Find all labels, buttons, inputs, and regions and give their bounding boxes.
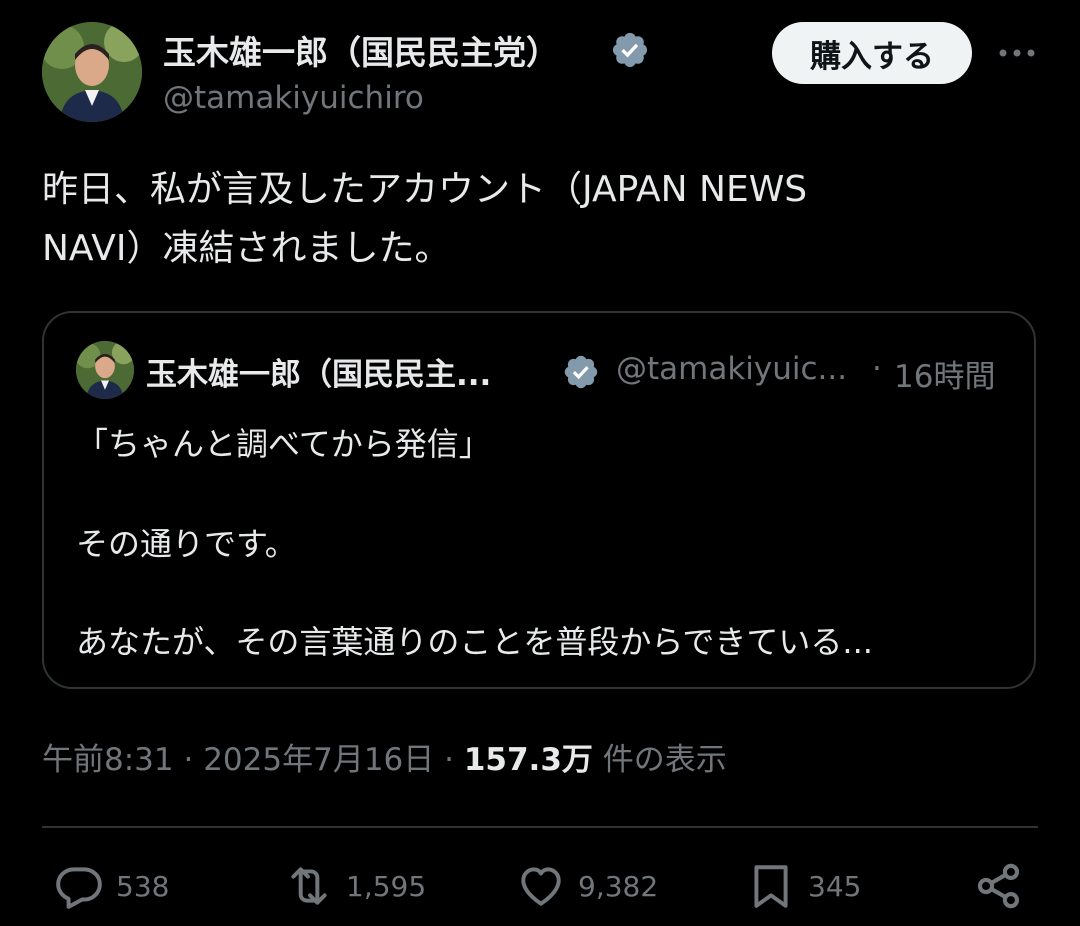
heart-icon xyxy=(521,867,561,906)
bookmark-icon xyxy=(754,865,788,908)
tweet-time[interactable]: 午前8:31 xyxy=(42,742,174,778)
buy-button[interactable]: 購入する xyxy=(772,22,972,84)
tweet-text-line: 昨日、私が言及したアカウント（JAPAN NEWS xyxy=(42,169,808,210)
separator-dot: · xyxy=(183,742,204,778)
reply-icon xyxy=(56,867,102,909)
quoted-author-avatar xyxy=(76,341,134,399)
verified-badge-icon xyxy=(564,355,598,389)
reply-count: 538 xyxy=(116,869,170,903)
bookmark-count: 345 xyxy=(808,869,862,903)
like-button[interactable]: 9,382 xyxy=(516,858,658,914)
divider xyxy=(42,826,1038,828)
verified-badge-icon xyxy=(612,32,648,68)
quoted-author-name: 玉木雄一郎（国民民主... xyxy=(146,357,492,393)
author-avatar[interactable] xyxy=(42,22,142,122)
tweet-date[interactable]: 2025年7月16日 xyxy=(203,742,434,778)
quoted-text-line: その通りです。 xyxy=(76,525,297,563)
share-icon[interactable] xyxy=(973,860,1025,912)
quoted-author-handle: @tamakiyuic... xyxy=(616,351,848,387)
quoted-tweet-card[interactable]: 玉木雄一郎（国民民主... @tamakiyuic... · 16時間 「ちゃん… xyxy=(42,311,1036,689)
quoted-text-line: あなたが、その言葉通りのことを普段からできている... xyxy=(76,623,873,661)
separator-dot: · xyxy=(444,742,464,778)
views-label: 件の表示 xyxy=(602,742,727,778)
reply-button[interactable]: 538 xyxy=(54,858,169,914)
like-count: 9,382 xyxy=(578,869,659,903)
tweet-detail: 玉木雄一郎（国民民主党） @tamakiyuichiro 購入する 昨日、私が言… xyxy=(0,0,1080,926)
quoted-text-line: 「ちゃんと調べてから発信」 xyxy=(76,425,491,463)
tweet-text: 昨日、私が言及したアカウント（JAPAN NEWS NAVI）凍結されました。 xyxy=(42,160,1042,278)
tweet-text-line: NAVI）凍結されました。 xyxy=(42,228,451,269)
quoted-tweet-time: 16時間 xyxy=(894,359,996,395)
separator-dot: · xyxy=(872,351,882,387)
author-handle[interactable]: @tamakiyuichiro xyxy=(163,80,424,116)
repost-button[interactable]: 1,595 xyxy=(284,858,426,914)
repost-count: 1,595 xyxy=(346,869,427,903)
tweet-meta: 午前8:31 · 2025年7月16日 · 157.3万 件の表示 xyxy=(42,734,727,779)
repost-icon xyxy=(291,867,327,905)
more-dots-icon[interactable] xyxy=(995,38,1039,68)
bookmark-button[interactable]: 345 xyxy=(746,858,861,914)
views-count[interactable]: 157.3万 xyxy=(464,742,593,778)
author-display-name[interactable]: 玉木雄一郎（国民民主党） xyxy=(163,26,559,74)
